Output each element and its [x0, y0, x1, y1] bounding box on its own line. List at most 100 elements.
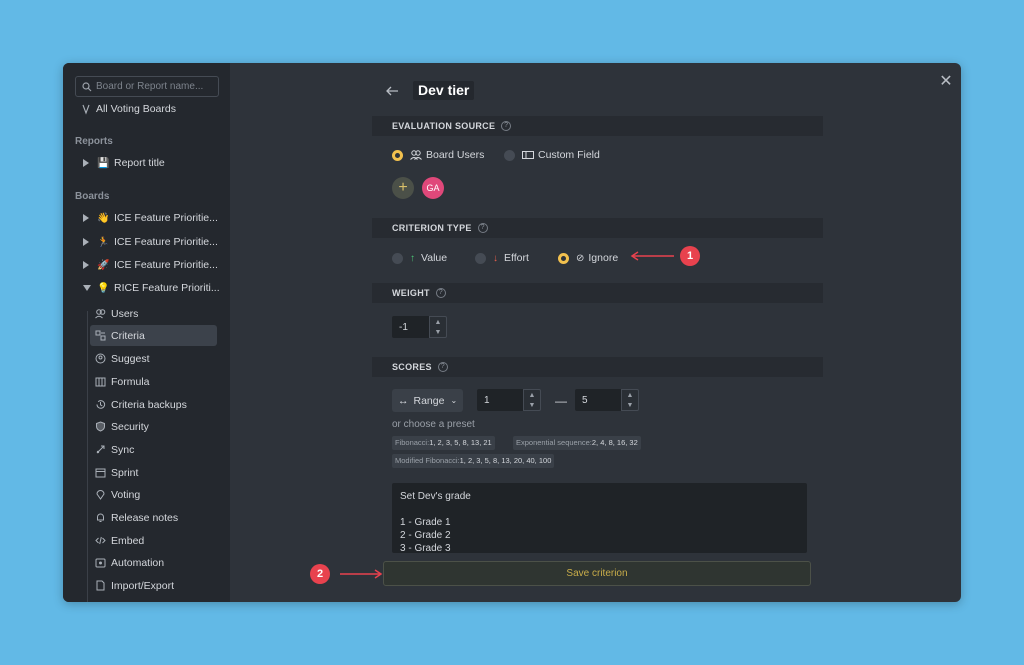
sidebar-item-voting[interactable]: Voting	[90, 484, 217, 505]
weight-heading: WEIGHT ?	[372, 283, 823, 303]
formula-icon	[95, 377, 106, 387]
preset-values: 1, 2, 3, 5, 8, 13, 21	[429, 438, 492, 447]
radio-unselected[interactable]	[504, 149, 515, 161]
stepper-arrows[interactable]: ▲ ▼	[429, 316, 447, 338]
sidebar-item-criteria[interactable]: Criteria	[90, 325, 217, 346]
radio-selected[interactable]	[392, 149, 403, 161]
arrow-down-icon: ↓	[493, 252, 498, 264]
preset-modified-fibonacci[interactable]: Modified Fibonacci:1, 2, 3, 5, 8, 13, 20…	[392, 454, 555, 468]
sub-item-label: Voting	[111, 488, 141, 501]
sidebar-item-embed[interactable]: Embed	[90, 530, 217, 551]
radio-selected[interactable]	[558, 252, 569, 264]
avatar[interactable]: GA	[422, 177, 444, 199]
score-max-value[interactable]: 5	[575, 389, 621, 411]
sub-item-label: Formula	[111, 375, 150, 388]
all-voting-boards-link[interactable]: All Voting Boards	[81, 99, 176, 119]
sidebar-item-release-notes[interactable]: Release notes	[90, 507, 217, 528]
score-max-stepper[interactable]: 5 ▲ ▼	[575, 389, 639, 411]
textarea-line: Set Dev's grade	[400, 491, 471, 502]
range-icon: ↔	[398, 394, 409, 407]
stepper-arrows[interactable]: ▲ ▼	[621, 389, 639, 411]
callout-badge-2: 2	[310, 564, 330, 584]
weight-value[interactable]: -1	[392, 316, 429, 338]
score-description-textarea[interactable]: Set Dev's grade 1 - Grade 1 2 - Grade 2 …	[392, 483, 807, 553]
effort-option[interactable]: ↓ Effort	[475, 252, 529, 264]
preset-fibonacci[interactable]: Fibonacci:1, 2, 3, 5, 8, 13, 21	[392, 436, 495, 450]
caret-right-icon	[83, 261, 89, 269]
board-users-option[interactable]: Board Users	[392, 149, 484, 161]
search-box[interactable]	[75, 76, 219, 97]
score-min-value[interactable]: 1	[477, 389, 523, 411]
help-icon[interactable]: ?	[435, 288, 446, 298]
value-option[interactable]: ↑ Value	[392, 252, 447, 264]
reports-heading: Reports	[75, 136, 113, 147]
sidebar-item-users[interactable]: Users	[90, 303, 217, 324]
range-mode-select[interactable]: ↔ Range ⌄	[392, 389, 463, 412]
sidebar-item-criteria-backups[interactable]: Criteria backups	[90, 394, 217, 415]
floppy-icon: 💾	[97, 157, 110, 169]
section-label: SCORES	[392, 362, 432, 372]
close-icon[interactable]: ✕	[939, 74, 953, 90]
chevron-down-icon[interactable]: ▼	[529, 402, 536, 409]
callout-arrow-1	[630, 251, 674, 261]
sidebar-item-sprint[interactable]: Sprint	[90, 462, 217, 483]
sidebar-item-suggest[interactable]: Suggest	[90, 348, 217, 369]
custom-field-option[interactable]: Custom Field	[504, 149, 600, 161]
arrow-up-icon: ↑	[410, 252, 415, 264]
caret-right-icon	[83, 238, 89, 246]
sidebar-item-formula[interactable]: Formula	[90, 371, 217, 392]
scores-heading: SCORES ?	[372, 357, 823, 377]
sidebar-item-automation[interactable]: Automation	[90, 552, 217, 573]
all-voting-boards-label: All Voting Boards	[96, 103, 176, 115]
section-label: CRITERION TYPE	[392, 223, 472, 233]
automation-icon	[95, 558, 106, 568]
code-icon	[95, 536, 106, 545]
weight-stepper[interactable]: -1 ▲ ▼	[392, 316, 447, 338]
radio-unselected[interactable]	[475, 252, 486, 264]
sidebar-board-3[interactable]: 🚀 ICE Feature Prioritie...	[83, 255, 218, 275]
sidebar-item-sync[interactable]: Sync	[90, 439, 217, 460]
sidebar-board-2[interactable]: 🏃 ICE Feature Prioritie...	[83, 232, 218, 252]
voting-icon	[82, 104, 90, 115]
chevron-up-icon[interactable]: ▲	[627, 392, 634, 399]
rocket-icon: 🚀	[97, 259, 110, 271]
sub-item-label: Criteria	[111, 329, 145, 342]
help-icon[interactable]: ?	[501, 121, 512, 131]
ignore-option[interactable]: ⊘ Ignore	[558, 252, 618, 264]
users-icon	[410, 150, 422, 160]
sidebar: All Voting Boards Reports 💾 Report title…	[63, 63, 230, 602]
chevron-down-icon[interactable]: ▼	[435, 329, 442, 336]
search-input[interactable]	[96, 81, 212, 92]
sub-item-label: Suggest	[111, 352, 150, 365]
back-arrow-icon[interactable]	[384, 83, 400, 99]
sidebar-item-report[interactable]: 💾 Report title	[83, 153, 165, 173]
report-label: Report title	[114, 157, 165, 169]
board-label: RICE Feature Prioriti...	[114, 282, 220, 294]
sidebar-board-1[interactable]: 👋 ICE Feature Prioritie...	[83, 208, 218, 228]
chevron-up-icon[interactable]: ▲	[435, 319, 442, 326]
option-label: Ignore	[588, 252, 619, 264]
help-icon[interactable]: ?	[437, 362, 448, 372]
stepper-arrows[interactable]: ▲ ▼	[523, 389, 541, 411]
preset-exponential[interactable]: Exponential sequence:2, 4, 8, 16, 32	[513, 436, 641, 450]
textarea-line: 3 - Grade 3	[400, 543, 451, 553]
radio-unselected[interactable]	[392, 252, 403, 264]
option-label: Custom Field	[538, 149, 600, 161]
sidebar-item-import-export[interactable]: Import/Export	[90, 575, 217, 596]
chevron-down-icon: ⌄	[450, 396, 458, 405]
main-content: ✕ Dev tier EVALUATION SOURCE ? Board Use…	[230, 63, 961, 602]
sidebar-board-4[interactable]: 💡 RICE Feature Prioriti...	[83, 278, 220, 298]
sidebar-item-security[interactable]: Security	[90, 416, 217, 437]
help-icon[interactable]: ?	[477, 223, 488, 233]
sub-item-label: Security	[111, 420, 149, 433]
add-user-button[interactable]: +	[392, 177, 414, 199]
sub-item-label: Automation	[111, 556, 165, 569]
chevron-up-icon[interactable]: ▲	[529, 392, 536, 399]
tree-line	[87, 311, 88, 602]
chevron-down-icon[interactable]: ▼	[627, 402, 634, 409]
save-criterion-button[interactable]: Save criterion	[383, 561, 811, 586]
board-label: ICE Feature Prioritie...	[114, 259, 218, 271]
sync-icon	[96, 445, 105, 454]
textarea-line: 1 - Grade 1	[400, 517, 451, 528]
score-min-stepper[interactable]: 1 ▲ ▼	[477, 389, 541, 411]
